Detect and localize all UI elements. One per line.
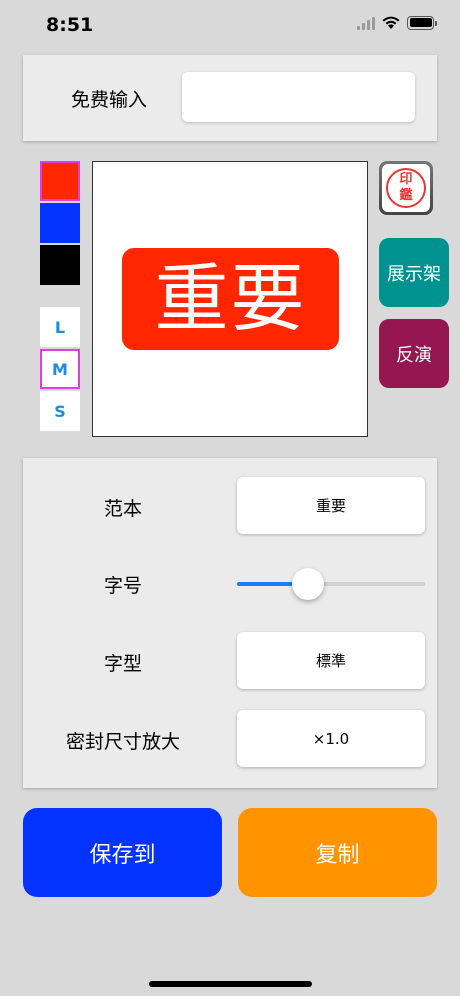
- reverse-button[interactable]: 反演: [379, 319, 449, 388]
- display-rack-button[interactable]: 展示架: [379, 238, 449, 307]
- font-size-slider[interactable]: [237, 568, 425, 600]
- template-label: 范本: [103, 498, 142, 520]
- color-swatch-blue[interactable]: [40, 203, 80, 243]
- seal-app-button[interactable]: 印 鑑: [379, 161, 433, 215]
- free-input-label: 免费输入: [71, 89, 148, 111]
- free-input-panel: 免费输入: [23, 55, 437, 141]
- seal-icon-char-1: 印: [399, 172, 413, 187]
- cellular-signal-icon: [357, 16, 375, 30]
- free-input-field[interactable]: [182, 72, 415, 122]
- size-button-s[interactable]: S: [40, 391, 80, 431]
- seal-icon: 印 鑑: [382, 164, 430, 212]
- seal-scale-label: 密封尺寸放大: [65, 731, 180, 753]
- settings-panel: 范本 重要 字号 字型 標準 密封尺寸放大 ×1.0: [23, 458, 437, 788]
- wifi-icon: [382, 16, 400, 29]
- font-style-label: 字型: [103, 653, 142, 675]
- stamp-preview: 重要: [92, 161, 368, 437]
- copy-button[interactable]: 复制: [238, 808, 437, 897]
- status-icons: [357, 15, 437, 30]
- template-select[interactable]: 重要: [237, 477, 425, 534]
- font-style-select[interactable]: 標準: [237, 632, 425, 689]
- color-swatch-red[interactable]: [40, 161, 80, 201]
- font-size-label: 字号: [103, 575, 142, 597]
- seal-icon-char-2: 鑑: [399, 188, 413, 203]
- font-size-slider-thumb[interactable]: [292, 568, 325, 600]
- home-indicator: [149, 981, 312, 987]
- battery-icon: [407, 15, 437, 30]
- seal-scale-select[interactable]: ×1.0: [237, 710, 425, 767]
- status-bar: 8:51: [0, 0, 460, 50]
- save-to-button[interactable]: 保存到: [23, 808, 222, 897]
- size-button-m[interactable]: M: [40, 349, 80, 389]
- status-time: 8:51: [46, 14, 94, 36]
- size-button-l[interactable]: L: [40, 307, 80, 347]
- stamp-preview-text: 重要: [122, 248, 339, 350]
- color-swatch-black[interactable]: [40, 245, 80, 285]
